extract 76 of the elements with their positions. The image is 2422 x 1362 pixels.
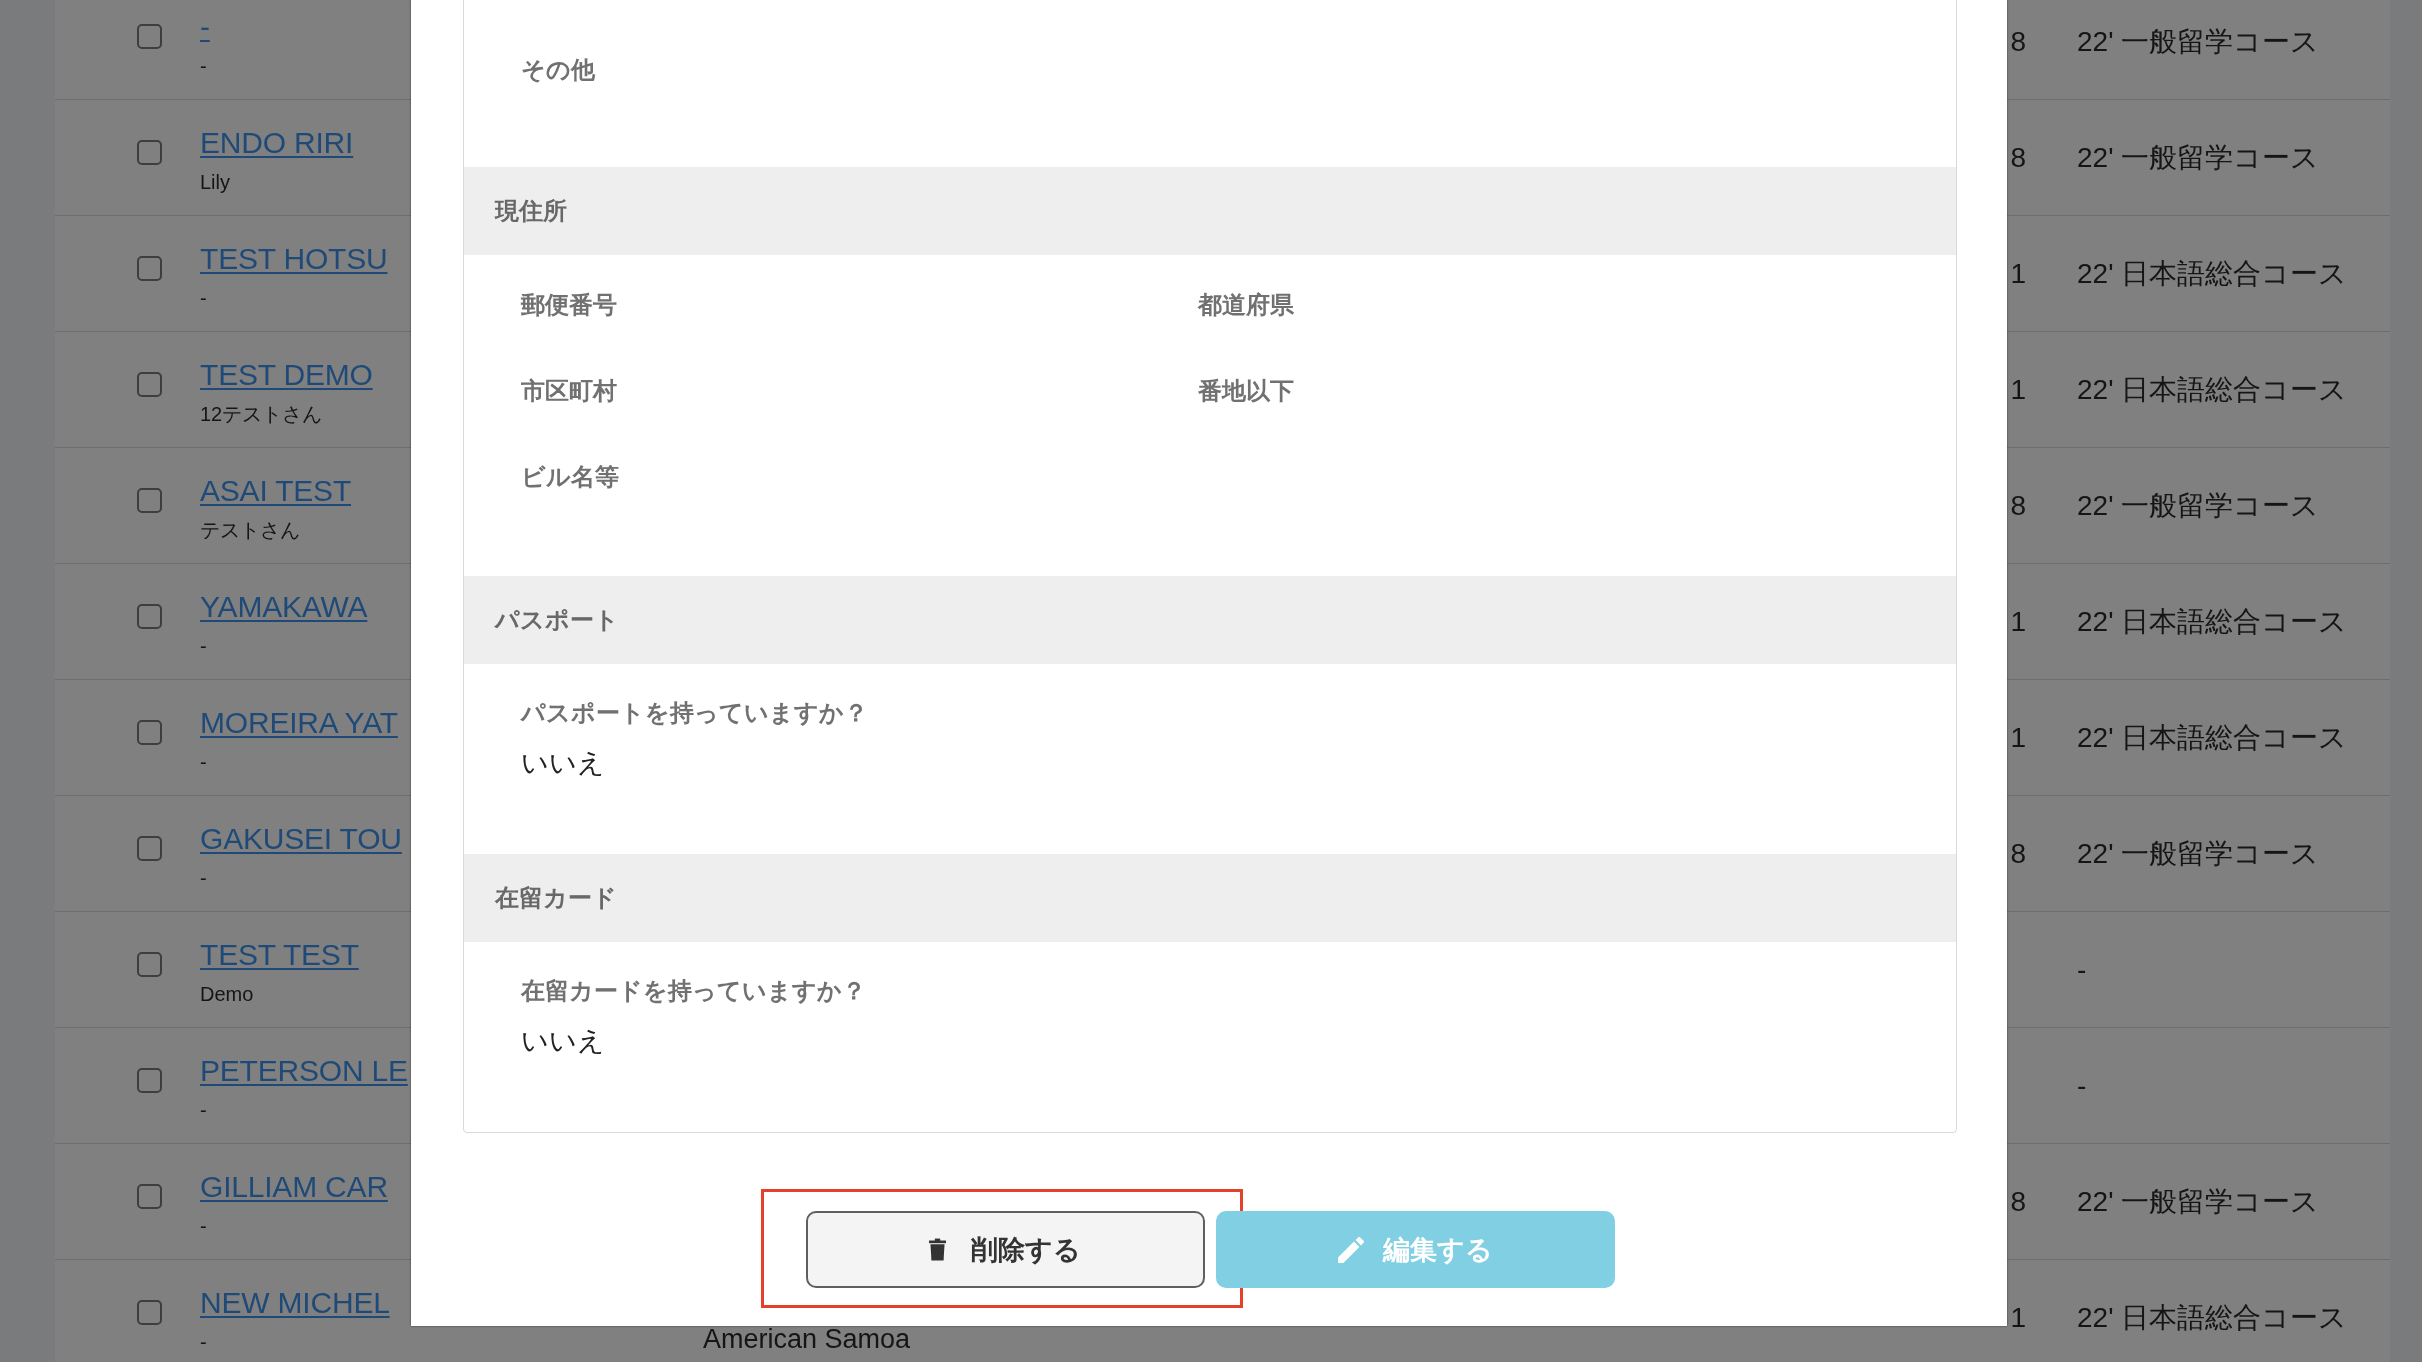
- row-checkbox[interactable]: [137, 720, 162, 745]
- course-text: 22' 日本語総合コース: [2077, 604, 2348, 639]
- row-checkbox[interactable]: [137, 140, 162, 165]
- student-alias-text: テストさん: [200, 518, 300, 543]
- date-text: 1: [2010, 256, 2026, 291]
- student-alias-text: -: [200, 54, 207, 79]
- date-text: 1: [2010, 604, 2026, 639]
- row-checkbox[interactable]: [137, 24, 162, 49]
- field-label: その他: [521, 55, 595, 85]
- row-checkbox[interactable]: [137, 1184, 162, 1209]
- student-name-link[interactable]: -: [200, 8, 210, 45]
- student-name-link[interactable]: NEW MICHEL: [200, 1284, 390, 1321]
- student-name-link[interactable]: TEST HOTSU: [200, 240, 388, 277]
- field-label: パスポートを持っていますか？: [521, 698, 868, 728]
- field-value: いいえ: [521, 747, 605, 780]
- student-name-link[interactable]: TEST DEMO: [200, 356, 373, 393]
- student-name-link[interactable]: GAKUSEI TOU: [200, 820, 402, 857]
- course-text: 22' 日本語総合コース: [2077, 1300, 2348, 1335]
- section-header: 在留カード: [464, 854, 1956, 942]
- student-alias-text: -: [200, 1330, 207, 1355]
- student-alias-text: -: [200, 1214, 207, 1239]
- row-checkbox[interactable]: [137, 256, 162, 281]
- course-text: 22' 一般留学コース: [2077, 836, 2320, 871]
- date-text: 8: [2010, 24, 2026, 59]
- student-name-link[interactable]: ASAI TEST: [200, 472, 352, 509]
- course-text: 22' 一般留学コース: [2077, 140, 2320, 175]
- section-header: パスポート: [464, 576, 1956, 664]
- date-text: 8: [2010, 836, 2026, 871]
- field-label: 郵便番号: [521, 290, 617, 320]
- course-text: 22' 一般留学コース: [2077, 1184, 2320, 1219]
- row-checkbox[interactable]: [137, 488, 162, 513]
- student-name-link[interactable]: GILLIAM CAR: [200, 1168, 388, 1205]
- course-text: 22' 日本語総合コース: [2077, 256, 2348, 291]
- student-name-link[interactable]: MOREIRA YAT: [200, 704, 398, 741]
- section-header: 現住所: [464, 167, 1956, 255]
- row-checkbox[interactable]: [137, 1068, 162, 1093]
- field-label: 市区町村: [521, 376, 617, 406]
- field-value: いいえ: [521, 1025, 605, 1058]
- pencil-icon: [1337, 1236, 1364, 1263]
- student-alias-text: -: [200, 634, 207, 659]
- student-alias-text: -: [200, 286, 207, 311]
- row-checkbox[interactable]: [137, 604, 162, 629]
- student-name-link[interactable]: TEST TEST: [200, 936, 359, 973]
- student-name-link[interactable]: PETERSON LE: [200, 1052, 408, 1089]
- date-text: 1: [2010, 1300, 2026, 1335]
- student-alias-text: -: [200, 750, 207, 775]
- date-text: 8: [2010, 140, 2026, 175]
- field-label: 在留カードを持っていますか？: [521, 976, 866, 1006]
- field-label: 都道府県: [1198, 290, 1294, 320]
- student-alias-text: -: [200, 866, 207, 891]
- course-text: 22' 一般留学コース: [2077, 24, 2320, 59]
- student-alias-text: -: [200, 1098, 207, 1123]
- date-text: 8: [2010, 488, 2026, 523]
- course-text: 22' 日本語総合コース: [2077, 372, 2348, 407]
- field-label: ビル名等: [521, 462, 619, 492]
- field-label: 番地以下: [1198, 376, 1294, 406]
- student-alias-text: 12テストさん: [200, 402, 323, 427]
- date-text: 1: [2010, 720, 2026, 755]
- student-name-link[interactable]: YAMAKAWA: [200, 588, 368, 625]
- course-text: -: [2077, 952, 2087, 987]
- student-alias-text: Demo: [200, 982, 254, 1007]
- delete-button[interactable]: 削除する: [805, 1211, 1205, 1288]
- row-checkbox[interactable]: [137, 952, 162, 977]
- course-text: 22' 一般留学コース: [2077, 488, 2320, 523]
- course-text: 22' 日本語総合コース: [2077, 720, 2348, 755]
- date-text: 8: [2010, 1184, 2026, 1219]
- edit-button[interactable]: 編集する: [1215, 1211, 1615, 1288]
- student-alias-text: Lily: [200, 170, 230, 195]
- row-checkbox[interactable]: [137, 372, 162, 397]
- date-text: 1: [2010, 372, 2026, 407]
- country-text: American Samoa: [703, 1324, 911, 1354]
- row-checkbox[interactable]: [137, 1300, 162, 1325]
- row-checkbox[interactable]: [137, 836, 162, 861]
- student-name-link[interactable]: ENDO RIRI: [200, 124, 354, 161]
- trash-icon: [929, 1238, 946, 1261]
- course-text: -: [2077, 1068, 2087, 1103]
